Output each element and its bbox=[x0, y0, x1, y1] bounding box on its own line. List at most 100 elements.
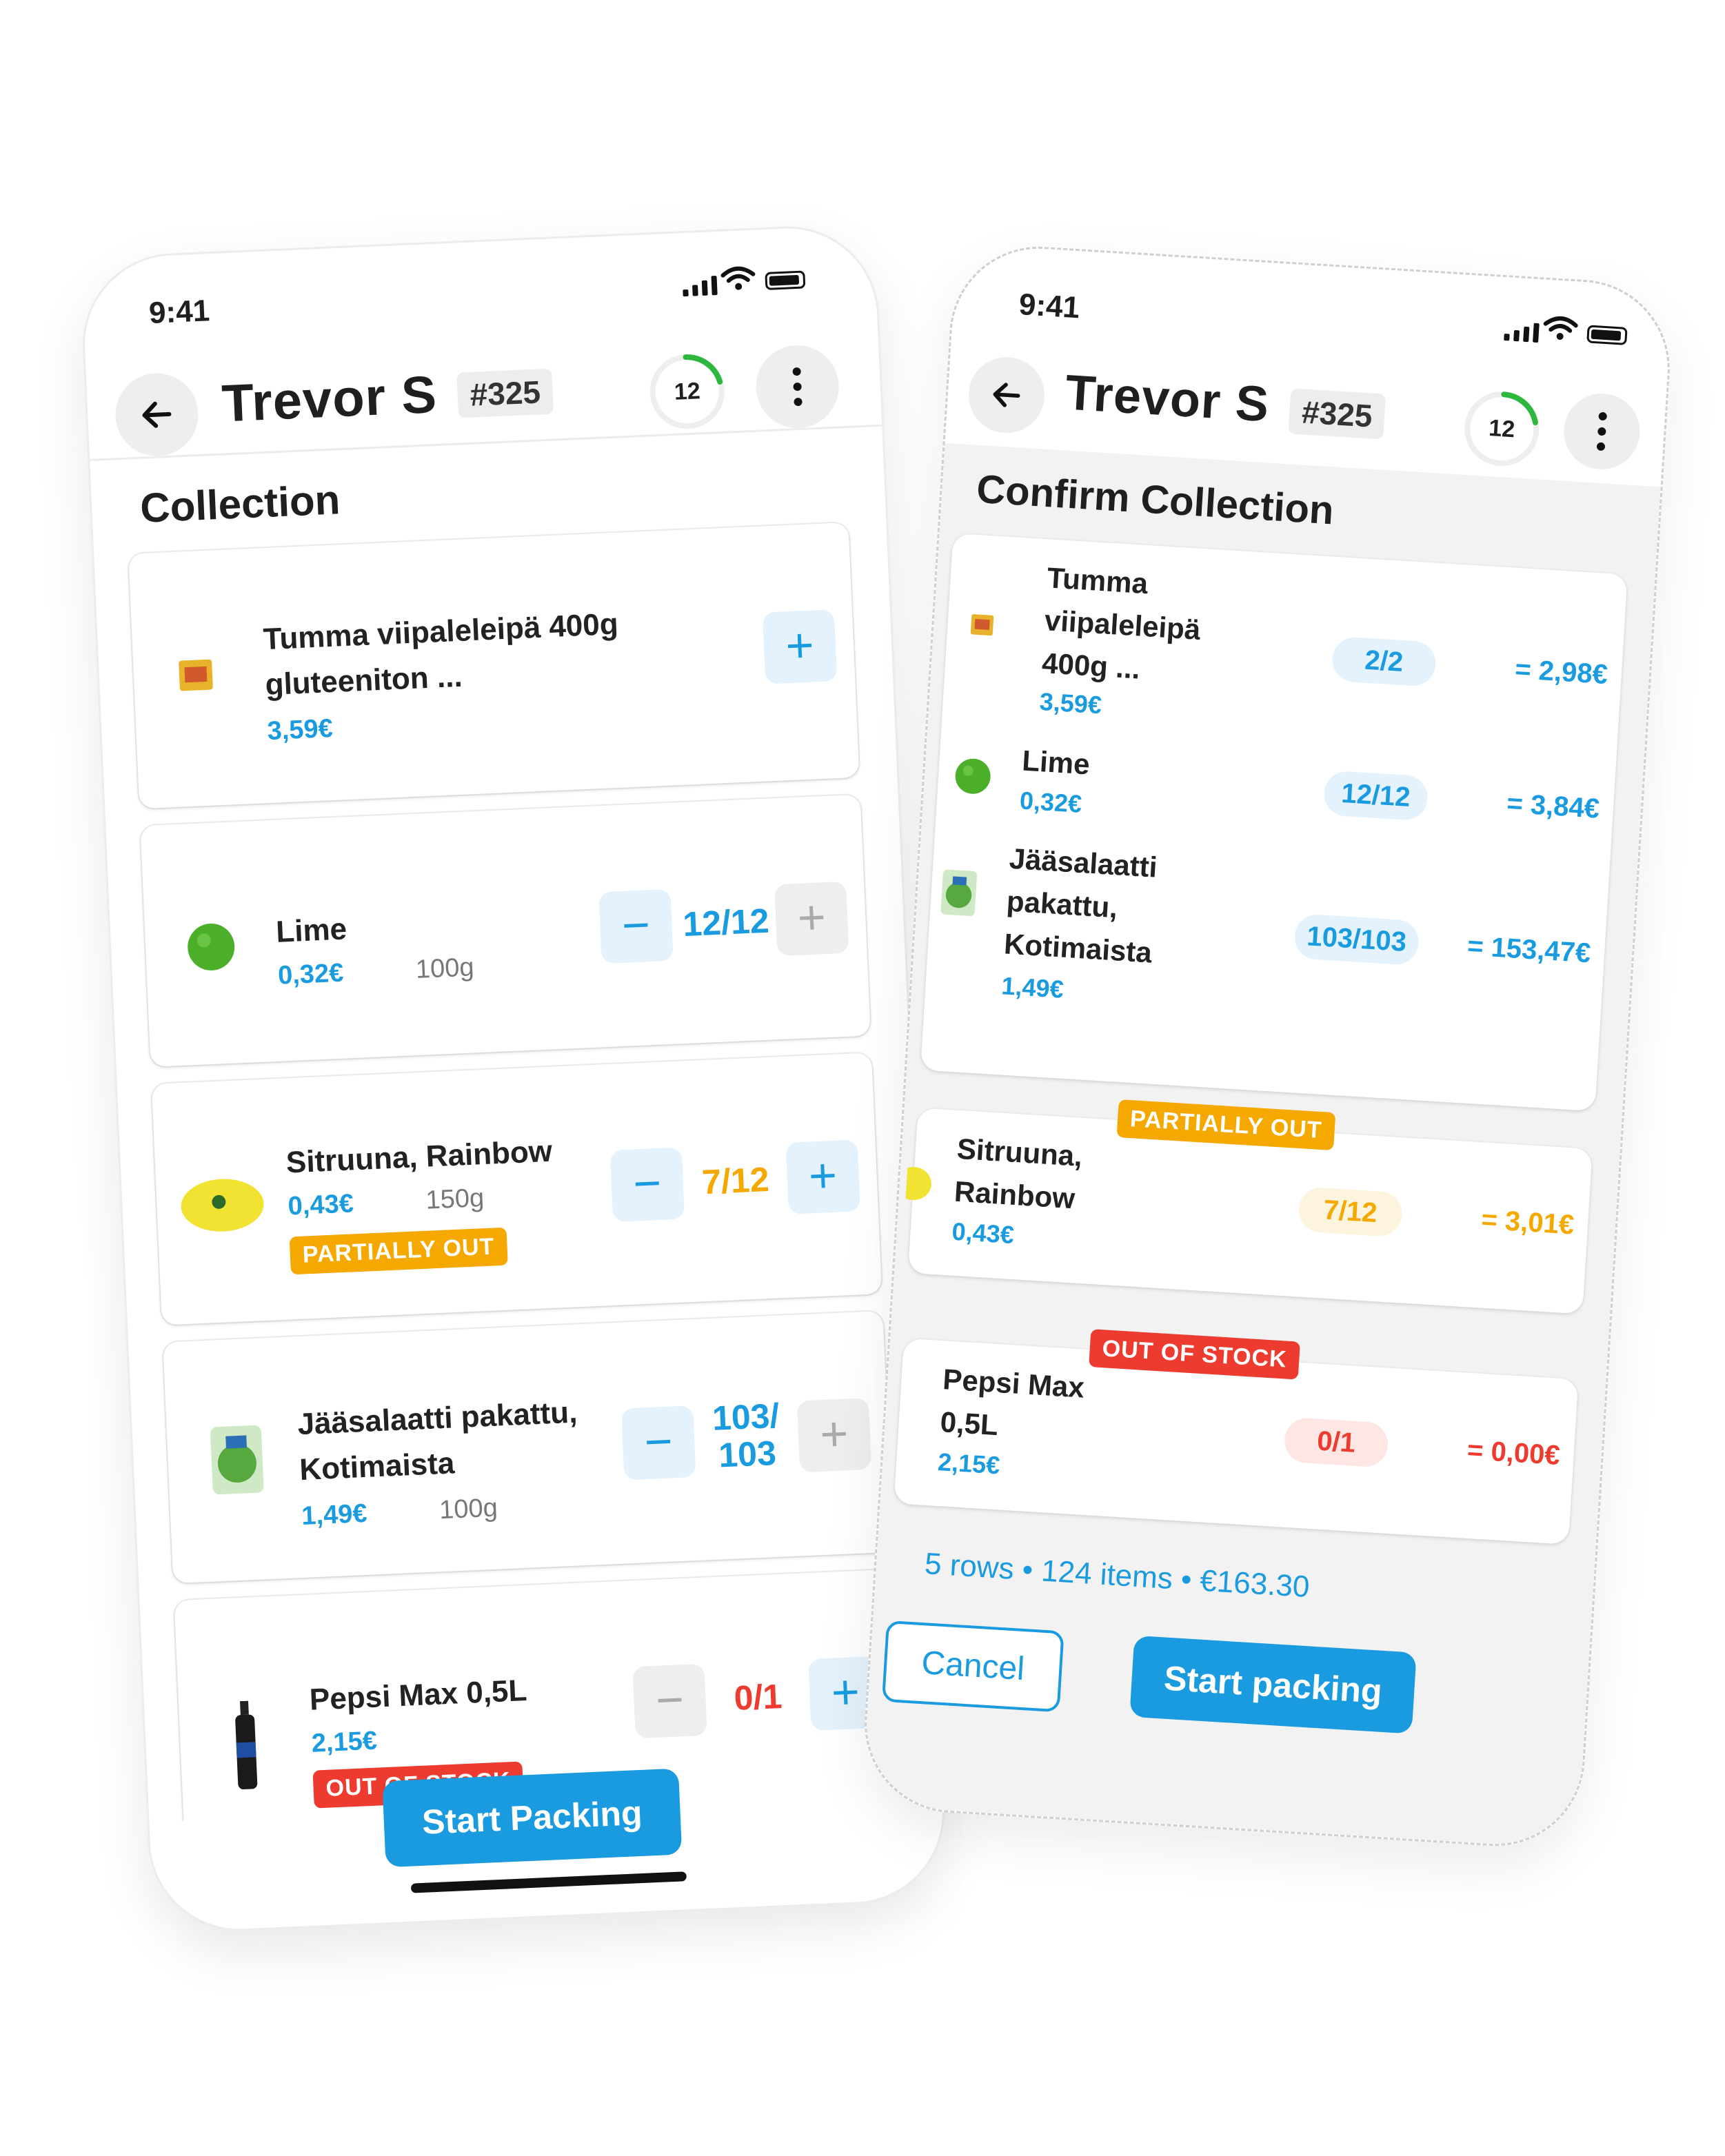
quantity-value: 7/12 bbox=[700, 1160, 770, 1202]
item-price: 1,49€ bbox=[1000, 971, 1065, 1004]
plus-icon: + bbox=[830, 1664, 861, 1720]
order-number-badge: #325 bbox=[1288, 388, 1386, 440]
item-name: Lime bbox=[1021, 744, 1091, 781]
item-name-line: Kotimaista bbox=[1002, 927, 1153, 969]
item-name: Tumma viipaleleipä 400g gluteeniton ... bbox=[262, 607, 619, 702]
quantity-value: 103/ 103 bbox=[704, 1396, 790, 1475]
plus-icon: + bbox=[784, 618, 816, 673]
minus-icon: − bbox=[621, 897, 652, 953]
list-item: Sitruuna, Rainbow 0,43€ 150g PARTIALLY O… bbox=[151, 1052, 882, 1325]
battery-icon bbox=[765, 270, 806, 290]
add-button[interactable]: + bbox=[774, 881, 849, 957]
item-weight: 150g bbox=[425, 1183, 485, 1215]
decrease-button[interactable]: − bbox=[621, 1405, 696, 1481]
status-badge: PARTIALLY OUT bbox=[289, 1227, 508, 1275]
start-packing-button[interactable]: Start packing bbox=[1129, 1635, 1417, 1734]
item-name-line: Rainbow bbox=[953, 1174, 1076, 1215]
quantity-pill: 2/2 bbox=[1331, 635, 1438, 687]
wifi-icon bbox=[720, 266, 756, 290]
more-vertical-icon bbox=[792, 367, 803, 407]
lime-product-image bbox=[188, 923, 235, 970]
list-item: Tumma viipaleleipä 400g gluteeniton ... … bbox=[128, 522, 860, 809]
progress-ring: 12 bbox=[644, 349, 730, 435]
soda-bottle-product-image bbox=[235, 1700, 258, 1790]
line-total: = 3,01€ bbox=[1480, 1204, 1575, 1241]
status-bar: 9:41 bbox=[81, 225, 877, 342]
item-weight: 100g bbox=[415, 953, 475, 985]
decrease-button[interactable]: − bbox=[598, 888, 674, 964]
item-weight: 100g bbox=[438, 1493, 498, 1525]
progress-ring: 12 bbox=[1458, 385, 1546, 473]
quantity-line: 103 bbox=[718, 1433, 777, 1475]
item-name: Jääsalaatti pakattu, Kotimaista bbox=[1002, 837, 1158, 975]
item-name: Jääsalaatti pakattu, Kotimaista bbox=[296, 1390, 580, 1493]
collection-screen: 9:41 Trevor S #325 12 Collection Tumma v… bbox=[81, 225, 947, 1933]
back-arrow-icon bbox=[993, 383, 1020, 407]
cancel-button[interactable]: Cancel bbox=[881, 1620, 1065, 1713]
battery-icon bbox=[1586, 325, 1628, 345]
item-name: Sitruuna, Rainbow bbox=[285, 1134, 553, 1180]
confirm-collection-screen: 9:41 Trevor S #325 12 Confirm Collection… bbox=[859, 241, 1675, 1851]
lemon-product-image bbox=[905, 1167, 931, 1201]
section-title: Collection bbox=[139, 476, 341, 531]
quantity-pill: 12/12 bbox=[1322, 770, 1429, 822]
minus-icon: − bbox=[632, 1155, 663, 1211]
progress-count: 12 bbox=[674, 378, 701, 405]
lettuce-product-image bbox=[210, 1425, 264, 1495]
item-price: 1,49€ bbox=[301, 1498, 368, 1532]
lemon-product-image bbox=[181, 1179, 264, 1232]
list-item: Jääsalaatti pakattu, Kotimaista 1,49€ 10… bbox=[163, 1310, 894, 1584]
order-number-badge: #325 bbox=[456, 368, 554, 418]
minus-icon: − bbox=[654, 1672, 685, 1727]
item-price: 2,15€ bbox=[937, 1447, 1001, 1480]
line-total: = 2,98€ bbox=[1514, 653, 1609, 691]
item-price: 0,32€ bbox=[1018, 786, 1083, 818]
wifi-icon bbox=[1543, 316, 1578, 340]
quantity-line: 103/ bbox=[711, 1396, 780, 1438]
item-name: Pepsi Max 0,5L bbox=[939, 1358, 1086, 1452]
collected-items-card: Tumma viipaleleipä 400g ... 3,59€ 2/2 = … bbox=[920, 533, 1628, 1112]
more-options-button[interactable] bbox=[1562, 391, 1642, 472]
decrease-button[interactable]: − bbox=[632, 1663, 707, 1739]
decrease-button[interactable]: − bbox=[609, 1147, 685, 1222]
item-name: Pepsi Max 0,5L bbox=[308, 1674, 528, 1717]
plus-icon: + bbox=[807, 1148, 838, 1203]
quantity-pill: 103/103 bbox=[1293, 913, 1420, 966]
customer-name: Trevor S bbox=[1063, 365, 1271, 433]
customer-name: Trevor S bbox=[221, 365, 438, 434]
quantity-pill: 0/1 bbox=[1283, 1416, 1389, 1468]
item-price: 2,15€ bbox=[310, 1726, 378, 1758]
item-name: Sitruuna, Rainbow bbox=[953, 1128, 1083, 1221]
add-button[interactable]: + bbox=[762, 609, 838, 684]
line-total: = 0,00€ bbox=[1466, 1434, 1561, 1471]
quantity-value: 0/1 bbox=[733, 1676, 783, 1718]
start-packing-button[interactable]: Start Packing bbox=[382, 1768, 683, 1868]
list-item: Lime 0,32€ 100g − 12/12 + bbox=[140, 794, 871, 1067]
status-time: 9:41 bbox=[1018, 287, 1081, 325]
more-options-button[interactable] bbox=[754, 343, 841, 430]
back-arrow-icon bbox=[142, 401, 172, 428]
item-name-line: Sitruuna, bbox=[956, 1132, 1084, 1172]
cellular-signal-icon bbox=[683, 276, 718, 297]
plus-icon: + bbox=[796, 890, 827, 945]
lettuce-product-image bbox=[940, 869, 977, 916]
more-vertical-icon bbox=[1596, 411, 1608, 451]
back-button[interactable] bbox=[966, 354, 1047, 436]
item-price: 0,32€ bbox=[277, 958, 345, 990]
item-name: Tumma viipaleleipä 400g ... bbox=[1040, 556, 1204, 693]
lime-product-image bbox=[955, 758, 991, 794]
minus-icon: − bbox=[643, 1414, 674, 1469]
item-name: Lime bbox=[275, 912, 348, 949]
progress-count: 12 bbox=[1488, 414, 1516, 443]
add-button[interactable]: + bbox=[785, 1139, 860, 1214]
item-price: 0,43€ bbox=[287, 1189, 354, 1221]
line-total: = 3,84€ bbox=[1506, 788, 1601, 824]
item-name-line: 0,5L bbox=[939, 1405, 1000, 1442]
back-button[interactable] bbox=[113, 372, 201, 458]
bread-product-image bbox=[179, 659, 213, 691]
order-header: Trevor S #325 12 bbox=[85, 321, 882, 461]
quantity-pill: 7/12 bbox=[1297, 1186, 1404, 1238]
add-button[interactable]: + bbox=[796, 1397, 872, 1473]
cellular-signal-icon bbox=[1504, 321, 1540, 343]
line-total: = 153,47€ bbox=[1466, 930, 1592, 969]
